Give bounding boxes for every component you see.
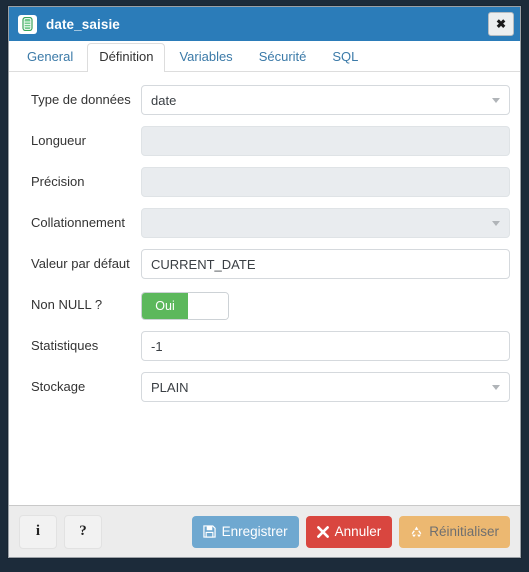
chevron-down-icon bbox=[492, 98, 500, 103]
label-statistiques: Statistiques bbox=[31, 338, 99, 353]
footer-left-actions: i ? bbox=[19, 514, 102, 549]
close-x-icon bbox=[316, 525, 329, 538]
tab-bar: General Définition Variables Sécurité SQ… bbox=[9, 41, 520, 72]
recycle-icon bbox=[410, 525, 423, 538]
tab-variables[interactable]: Variables bbox=[167, 43, 244, 71]
save-button-label: Enregistrer bbox=[221, 524, 288, 539]
field-row-collationnement: Collationnement bbox=[19, 208, 510, 238]
reset-button[interactable]: Réinitialiser bbox=[399, 515, 510, 548]
field-row-longueur: Longueur bbox=[19, 126, 510, 156]
info-icon[interactable]: i bbox=[19, 514, 57, 549]
non-null-toggle-off[interactable] bbox=[188, 293, 228, 319]
label-longueur: Longueur bbox=[31, 133, 86, 148]
field-row-type-donnees: Type de données date bbox=[19, 85, 510, 115]
screen: date_saisie ✖ General Définition Variabl… bbox=[0, 0, 529, 572]
non-null-toggle-on[interactable]: Oui bbox=[142, 293, 188, 319]
save-icon bbox=[202, 525, 216, 538]
type-donnees-select[interactable]: date bbox=[141, 85, 510, 115]
label-stockage: Stockage bbox=[31, 379, 86, 394]
valeur-defaut-input[interactable]: CURRENT_DATE bbox=[141, 249, 510, 279]
field-row-statistiques: Statistiques -1 bbox=[19, 331, 510, 361]
label-valeur-defaut: Valeur par défaut bbox=[31, 256, 130, 271]
statistiques-value: -1 bbox=[151, 338, 163, 354]
field-row-precision: Précision bbox=[19, 167, 510, 197]
dialog-footer: i ? Enregistrer Annuler Réinitialiser bbox=[9, 505, 520, 557]
stockage-value: PLAIN bbox=[151, 379, 189, 395]
tab-sql[interactable]: SQL bbox=[320, 43, 370, 71]
collationnement-select bbox=[141, 208, 510, 238]
chevron-down-icon bbox=[492, 385, 500, 390]
non-null-toggle[interactable]: Oui bbox=[141, 292, 229, 320]
field-row-non-null: Non NULL ? Oui bbox=[19, 290, 510, 320]
type-donnees-value: date bbox=[151, 92, 177, 108]
definition-form: Type de données date Longueur Précision … bbox=[9, 72, 520, 505]
save-button[interactable]: Enregistrer bbox=[191, 515, 299, 548]
help-icon[interactable]: ? bbox=[64, 514, 102, 549]
close-icon[interactable]: ✖ bbox=[488, 12, 514, 36]
tab-definition[interactable]: Définition bbox=[87, 43, 166, 72]
precision-input bbox=[141, 167, 510, 197]
chevron-down-icon bbox=[492, 221, 500, 226]
label-non-null: Non NULL ? bbox=[31, 297, 103, 312]
dialog-title: date_saisie bbox=[46, 16, 120, 32]
field-row-valeur-defaut: Valeur par défaut CURRENT_DATE bbox=[19, 249, 510, 279]
footer-right-actions: Enregistrer Annuler Réinitialiser bbox=[191, 515, 510, 548]
tab-securite[interactable]: Sécurité bbox=[247, 43, 319, 71]
cancel-button-label: Annuler bbox=[334, 524, 382, 539]
label-type-donnees: Type de données bbox=[31, 92, 131, 107]
cancel-button[interactable]: Annuler bbox=[305, 515, 393, 548]
properties-dialog: date_saisie ✖ General Définition Variabl… bbox=[8, 6, 521, 558]
column-icon bbox=[18, 14, 37, 34]
stockage-select[interactable]: PLAIN bbox=[141, 372, 510, 402]
label-precision: Précision bbox=[31, 174, 85, 189]
longueur-input bbox=[141, 126, 510, 156]
dialog-titlebar: date_saisie ✖ bbox=[9, 7, 520, 41]
label-collationnement: Collationnement bbox=[31, 215, 125, 230]
valeur-defaut-value: CURRENT_DATE bbox=[151, 256, 256, 272]
reset-button-label: Réinitialiser bbox=[429, 524, 499, 539]
statistiques-input[interactable]: -1 bbox=[141, 331, 510, 361]
field-row-stockage: Stockage PLAIN bbox=[19, 372, 510, 402]
tab-general[interactable]: General bbox=[15, 43, 85, 71]
